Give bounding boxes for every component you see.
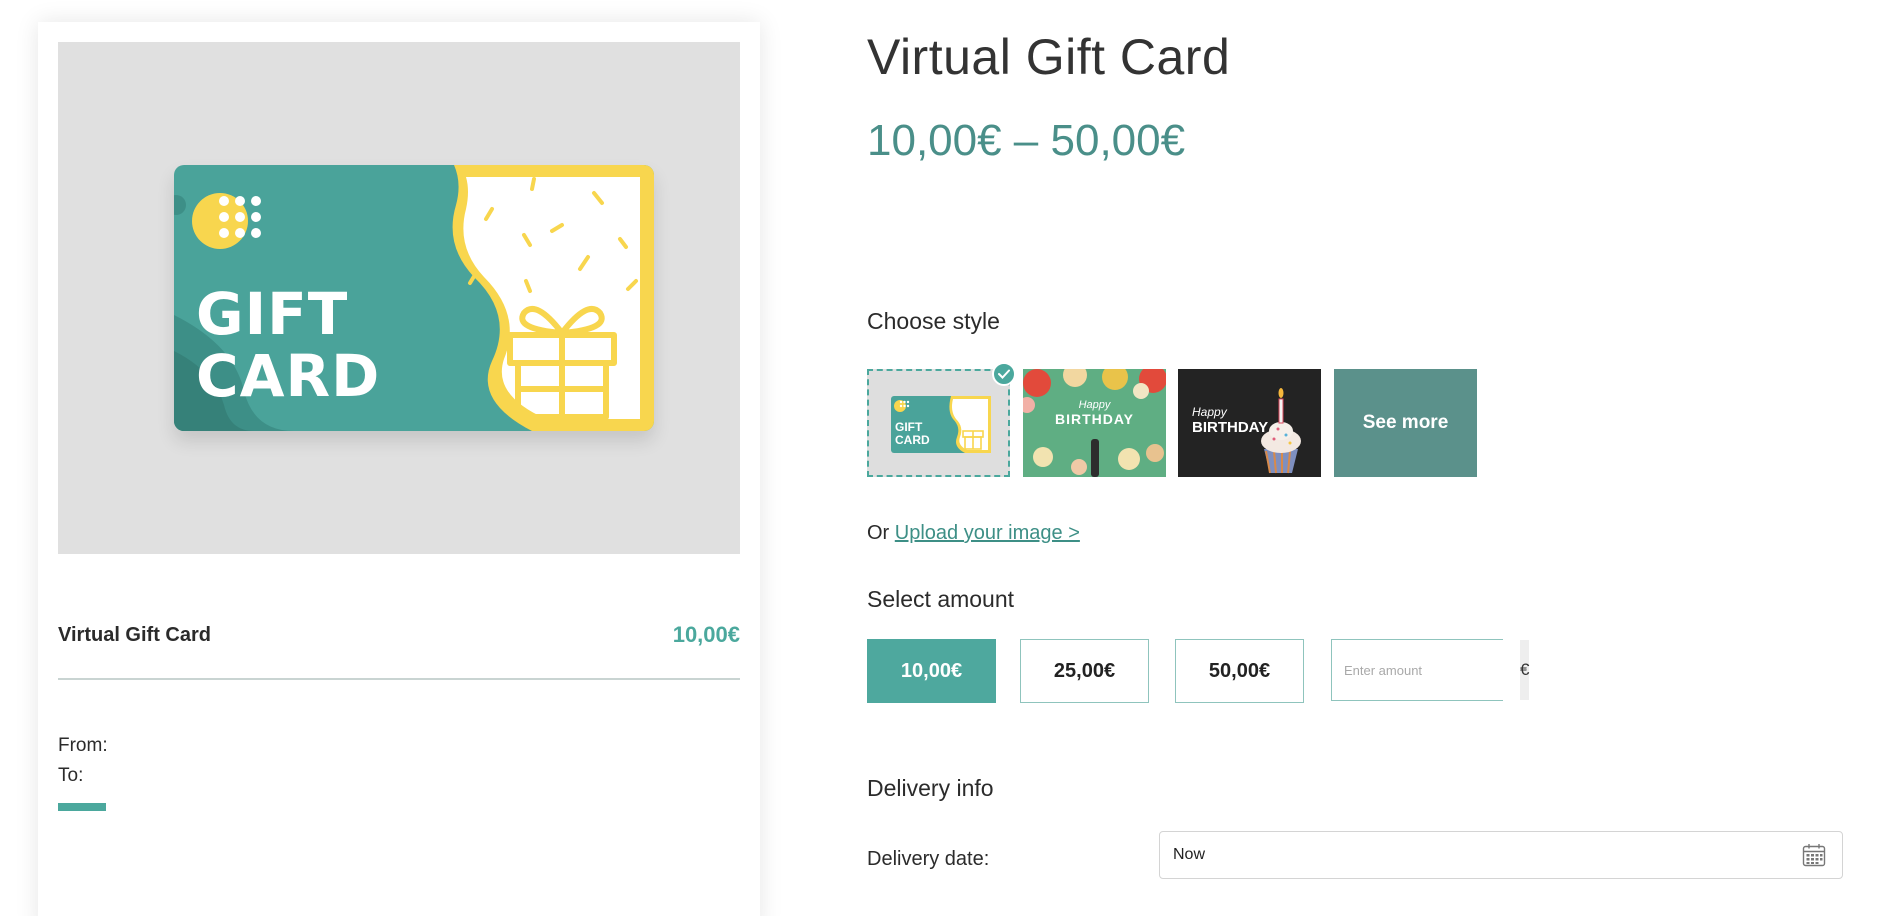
thumb-2-text: Happy BIRTHDAY (1023, 399, 1166, 427)
delivery-date-label: Delivery date: (867, 848, 990, 870)
preview-to-label: To: (58, 765, 84, 786)
check-icon (998, 369, 1010, 379)
selected-check-badge (992, 362, 1016, 386)
upload-prefix: Or (867, 522, 890, 544)
preview-divider (58, 678, 740, 680)
product-title: Virtual Gift Card (867, 29, 1231, 85)
thumb-3-text: Happy BIRTHDAY (1192, 405, 1268, 436)
amount-option-25[interactable]: 25,00€ (1020, 639, 1149, 703)
thumb-2-line1: Happy (1078, 399, 1111, 411)
delivery-info-heading: Delivery info (867, 775, 994, 801)
style-thumb-birthday-balloons[interactable]: Happy BIRTHDAY (1023, 369, 1166, 477)
select-amount-heading: Select amount (867, 586, 1015, 612)
preview-price: 10,00€ (672, 622, 740, 647)
upload-line: Or Upload your image > (867, 522, 1080, 545)
thumb-3-line1: Happy (1192, 405, 1227, 419)
style-thumb-gift-card[interactable]: GIFT CARD (867, 369, 1010, 477)
style-thumb-birthday-cupcake[interactable]: Happy BIRTHDAY (1178, 369, 1321, 477)
custom-amount-field: € (1331, 639, 1530, 701)
currency-symbol: € (1520, 640, 1530, 700)
price-range: 10,00€ – 50,00€ (867, 116, 1186, 165)
amount-option-10[interactable]: 10,00€ (867, 639, 996, 703)
thumb-3-line2: BIRTHDAY (1192, 419, 1269, 436)
preview-image: GIFT CARD (58, 42, 740, 554)
gift-card-text: GIFT CARD (196, 283, 380, 407)
see-more-styles-button[interactable]: See more (1334, 369, 1477, 477)
see-more-label: See more (1362, 412, 1449, 433)
gift-card-line2: CARD (196, 342, 381, 410)
gift-card-preview: GIFT CARD Virtual Gift Card 10,00€ From:… (38, 22, 760, 916)
upload-image-link[interactable]: Upload your image > (895, 522, 1080, 544)
preview-summary-row: Virtual Gift Card 10,00€ (58, 622, 740, 648)
custom-amount-input[interactable] (1332, 640, 1520, 700)
gift-card-thumb-art (891, 396, 991, 453)
thumb-1-line2: CARD (895, 433, 930, 447)
thumb-1-text: GIFT CARD (895, 421, 930, 447)
amount-option-50[interactable]: 50,00€ (1175, 639, 1304, 703)
thumb-2-line2: BIRTHDAY (1054, 411, 1135, 427)
choose-style-heading: Choose style (867, 308, 1000, 334)
preview-product-name: Virtual Gift Card (58, 623, 211, 646)
calendar-icon[interactable] (1802, 843, 1826, 867)
gift-card-graphic: GIFT CARD (174, 165, 654, 431)
gift-card-line1: GIFT (196, 280, 349, 348)
delivery-date-field[interactable]: Now (1159, 831, 1843, 879)
delivery-date-value: Now (1173, 846, 1206, 863)
preview-from-label: From: (58, 735, 108, 756)
preview-accent-bar (58, 803, 106, 811)
